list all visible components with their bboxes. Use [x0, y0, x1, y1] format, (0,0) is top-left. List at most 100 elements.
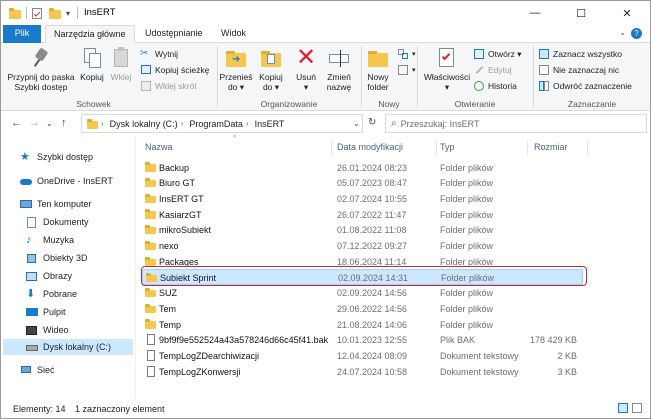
minimize-button[interactable]: — — [512, 1, 558, 25]
cube-icon — [26, 253, 38, 264]
paste-shortcut-button[interactable]: Wklej skrót — [140, 79, 197, 93]
copy-to-label-line2: do ▾ — [262, 82, 280, 92]
sidebar-item-desktop[interactable]: Pulpit — [26, 304, 66, 320]
help-icon[interactable]: ? — [631, 28, 642, 39]
selection-highlight-outline — [141, 266, 587, 286]
copy-to-button[interactable]: Kopiuj do ▾ — [255, 46, 287, 92]
column-header-name[interactable]: Nazwa — [145, 139, 173, 156]
sidebar-item-videos[interactable]: Wideo — [26, 322, 69, 338]
breadcrumb-separator-icon: › — [245, 119, 249, 128]
tab-file[interactable]: Plik — [3, 25, 41, 43]
selected-count: 1 zaznaczony element — [75, 404, 165, 414]
move-to-button[interactable]: ➜ Przenieś do ▾ — [219, 46, 253, 92]
file-date: 07.12.2022 09:27 — [337, 241, 408, 251]
up-arrow-icon[interactable]: ↑ — [61, 117, 67, 129]
documents-icon — [26, 216, 38, 228]
select-all-button[interactable]: Zaznacz wszystko — [538, 47, 622, 61]
file-type: Folder plików — [440, 241, 494, 251]
customize-qa-chevron-icon[interactable]: ▾ — [66, 6, 70, 20]
back-arrow-icon[interactable]: ← — [11, 117, 22, 129]
sidebar-item-pictures[interactable]: Obrazy — [26, 268, 72, 284]
tab-home[interactable]: Narzędzia główne — [45, 25, 135, 44]
collapse-ribbon-chevron-icon[interactable]: ⌄ — [619, 28, 626, 37]
clipboard-group: Przypnij do paska Szybki dostęp Kopiuj W… — [1, 43, 209, 111]
file-name: SUZ — [159, 288, 177, 299]
table-row[interactable]: TempLogZDearchiwizacji 12.04.2024 08:09 Do… — [142, 348, 583, 364]
sidebar-item-documents[interactable]: Dokumenty — [26, 214, 89, 230]
table-row[interactable]: nexo 07.12.2022 09:27 Folder plików — [142, 238, 583, 254]
properties-button[interactable]: Właściwości ▾ — [423, 46, 471, 92]
tab-view[interactable]: Widok — [213, 25, 254, 43]
table-row[interactable]: Temp 21.08.2024 14:06 Folder plików — [142, 317, 583, 333]
address-dropdown-chevron-icon[interactable]: ⌄ — [353, 119, 360, 128]
invert-selection-button[interactable]: Odwróć zaznaczenie — [538, 79, 632, 93]
folder-icon — [145, 287, 156, 298]
open-button[interactable]: Otwórz ▾ — [473, 47, 522, 61]
search-box[interactable]: ⌕ Przeszukaj: InsERT — [385, 114, 647, 133]
history-button[interactable]: Historia — [473, 79, 517, 93]
copy-path-button[interactable]: Kopiuj ścieżkę — [140, 63, 209, 77]
column-header-date[interactable]: Data modyfikacji — [337, 139, 403, 156]
file-date: 02.07.2024 10:55 — [337, 193, 408, 204]
file-size: 3 KB — [557, 366, 577, 377]
folder-icon — [145, 240, 156, 250]
table-row[interactable]: mikroSubiekt 01.08.2022 11:08 Folder plikó… — [142, 222, 583, 238]
sidebar-item-local-disk[interactable]: Dysk lokalny (C:) — [3, 339, 133, 355]
copy-button[interactable]: Kopiuj — [78, 46, 106, 82]
pane-splitter[interactable] — [135, 136, 136, 399]
sidebar-item-quick-access[interactable]: ★ Szybki dostęp — [20, 149, 93, 165]
new-item-icon — [397, 48, 409, 60]
forward-arrow-icon[interactable]: → — [29, 117, 40, 129]
easy-access-button[interactable]: ▾ — [397, 63, 416, 77]
file-name: Biuro GT — [159, 178, 196, 189]
sidebar-item-downloads[interactable]: ⬇ Pobrane — [26, 286, 77, 302]
new-item-button[interactable]: ▾ — [397, 47, 416, 61]
close-button[interactable]: ✕ — [604, 1, 650, 25]
large-icons-view-icon[interactable] — [632, 403, 642, 413]
sidebar-item-this-pc[interactable]: Ten komputer — [20, 196, 92, 212]
table-row[interactable]: KasiarzGT 26.07.2022 11:47 Folder plików — [142, 207, 583, 223]
tab-share[interactable]: Udostępnianie — [137, 25, 211, 43]
new-folder-qa-icon[interactable] — [49, 6, 61, 20]
breadcrumb-segment[interactable]: InsERT — [255, 119, 285, 129]
table-row[interactable]: SUZ 02.09.2024 14:56 Folder plików — [142, 285, 583, 301]
pin-quick-access-button[interactable]: Przypnij do paska Szybki dostęp — [5, 46, 77, 92]
breadcrumb-segment[interactable]: ProgramData — [189, 119, 243, 129]
select-none-button[interactable]: Nie zaznaczaj nic — [538, 63, 619, 77]
sidebar-item-music[interactable]: ♪ Muzyka — [26, 232, 74, 248]
properties-qa-icon[interactable] — [32, 6, 42, 20]
address-bar[interactable]: › Dysk lokalny (C:) › ProgramData › InsE… — [81, 114, 363, 133]
table-row[interactable]: InsERT GT 02.07.2024 10:55 Folder plików — [142, 191, 583, 207]
search-input-placeholder: Przeszukaj: InsERT — [400, 118, 480, 129]
sidebar-item-onedrive[interactable]: OneDrive - InsERT — [20, 173, 113, 189]
sidebar-item-network[interactable]: Sieć — [20, 362, 55, 378]
refresh-icon[interactable]: ↻ — [368, 117, 376, 128]
column-header-size[interactable]: Rozmiar — [534, 139, 568, 156]
file-type: Folder plików — [440, 225, 494, 236]
delete-button[interactable]: ✕ Usuń ▾ — [291, 46, 321, 93]
table-row[interactable]: Biuro GT 05.07.2023 08:47 Folder plików — [142, 175, 583, 191]
maximize-button[interactable]: ☐ — [558, 1, 604, 25]
paste-button[interactable]: Wklej — [108, 46, 134, 82]
file-date: 24.07.2024 10:58 — [337, 366, 408, 377]
new-folder-button[interactable]: Nowy folder — [363, 46, 393, 92]
recent-locations-chevron-icon[interactable]: ⌄ — [46, 119, 53, 128]
table-row[interactable]: TempLogZKonwersji 24.07.2024 10:58 Dokumen… — [142, 364, 583, 380]
file-name: InsERT GT — [159, 193, 204, 204]
table-row[interactable]: Backup 26.01.2024 08:23 Folder plików — [142, 160, 583, 176]
sidebar-item-3d-objects[interactable]: Obiekty 3D — [26, 250, 88, 266]
table-row[interactable]: 9bf9f9e552524a43a578246d66c45f41.bak 10.0… — [142, 332, 583, 348]
folder-icon — [145, 225, 156, 235]
edit-icon — [473, 64, 485, 76]
cut-label: Wytnij — [155, 49, 179, 59]
rename-button[interactable]: Zmień nazwę — [323, 46, 355, 92]
breadcrumb-segment[interactable]: Dysk lokalny (C:) — [110, 119, 178, 129]
file-icon — [145, 365, 156, 377]
paste-icon — [108, 46, 134, 70]
column-header-type[interactable]: Typ — [440, 139, 455, 156]
cut-button[interactable]: ✂ Wytnij — [140, 47, 178, 61]
table-row[interactable]: Tem 29.06.2022 14:56 Folder plików — [142, 301, 583, 317]
file-type: Folder plików — [440, 303, 494, 314]
edit-button[interactable]: Edytuj — [473, 63, 512, 77]
details-view-icon[interactable] — [618, 403, 628, 413]
